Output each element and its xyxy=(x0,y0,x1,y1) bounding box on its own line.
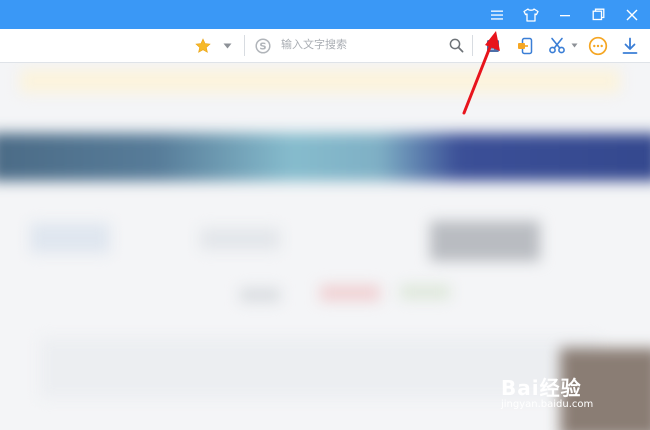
screenshot-button[interactable] xyxy=(546,29,568,62)
watermark-url: jingyan.baidu.com xyxy=(501,399,594,410)
favorites-button[interactable] xyxy=(193,29,213,62)
blurred-card xyxy=(200,228,280,250)
browser-toolbar: S 输入文字搜索 xyxy=(0,29,650,63)
phone-transfer-button[interactable] xyxy=(514,29,536,62)
phone-transfer-icon xyxy=(518,37,533,54)
blurred-card xyxy=(400,285,450,299)
sogou-s-icon: S xyxy=(255,37,271,54)
scissors-icon xyxy=(549,37,565,53)
minimize-icon xyxy=(560,14,570,16)
baidu-jingyan-watermark: Bai经验 jingyan.baidu.com xyxy=(501,372,621,420)
search-engine-selector[interactable]: S xyxy=(253,29,273,62)
menu-icon xyxy=(491,10,503,20)
blurred-card xyxy=(430,221,540,261)
chevron-down-icon xyxy=(223,43,231,48)
app-center-button[interactable] xyxy=(483,29,503,62)
more-dots-icon xyxy=(588,36,608,55)
search-button[interactable] xyxy=(446,29,466,62)
blurred-banner xyxy=(0,133,650,181)
toolbar-divider xyxy=(472,35,473,56)
svg-text:S: S xyxy=(259,41,266,52)
blurred-card xyxy=(320,285,380,301)
download-icon xyxy=(622,37,638,54)
app-grid-icon xyxy=(487,39,499,52)
restore-icon xyxy=(592,8,604,21)
minimize-button[interactable] xyxy=(550,0,580,29)
menu-button[interactable] xyxy=(482,0,512,29)
screenshot-dropdown[interactable] xyxy=(568,29,580,62)
blurred-card xyxy=(30,223,110,253)
title-bar xyxy=(0,0,650,29)
close-icon xyxy=(626,9,638,20)
skin-button[interactable] xyxy=(516,0,546,29)
star-icon xyxy=(195,37,211,53)
blurred-notice-strip xyxy=(20,69,620,93)
search-icon xyxy=(449,38,463,53)
more-button[interactable] xyxy=(586,29,610,62)
download-button[interactable] xyxy=(619,29,641,62)
toolbar-divider xyxy=(244,35,245,56)
close-button[interactable] xyxy=(617,0,647,29)
chevron-down-icon xyxy=(571,43,577,48)
search-input[interactable]: 输入文字搜索 xyxy=(281,37,347,53)
restore-button[interactable] xyxy=(583,0,613,29)
watermark-logo-text: Bai经验 xyxy=(501,376,582,400)
blurred-card xyxy=(240,288,280,302)
skin-shirt-icon xyxy=(523,7,539,22)
favorites-dropdown[interactable] xyxy=(220,29,234,62)
